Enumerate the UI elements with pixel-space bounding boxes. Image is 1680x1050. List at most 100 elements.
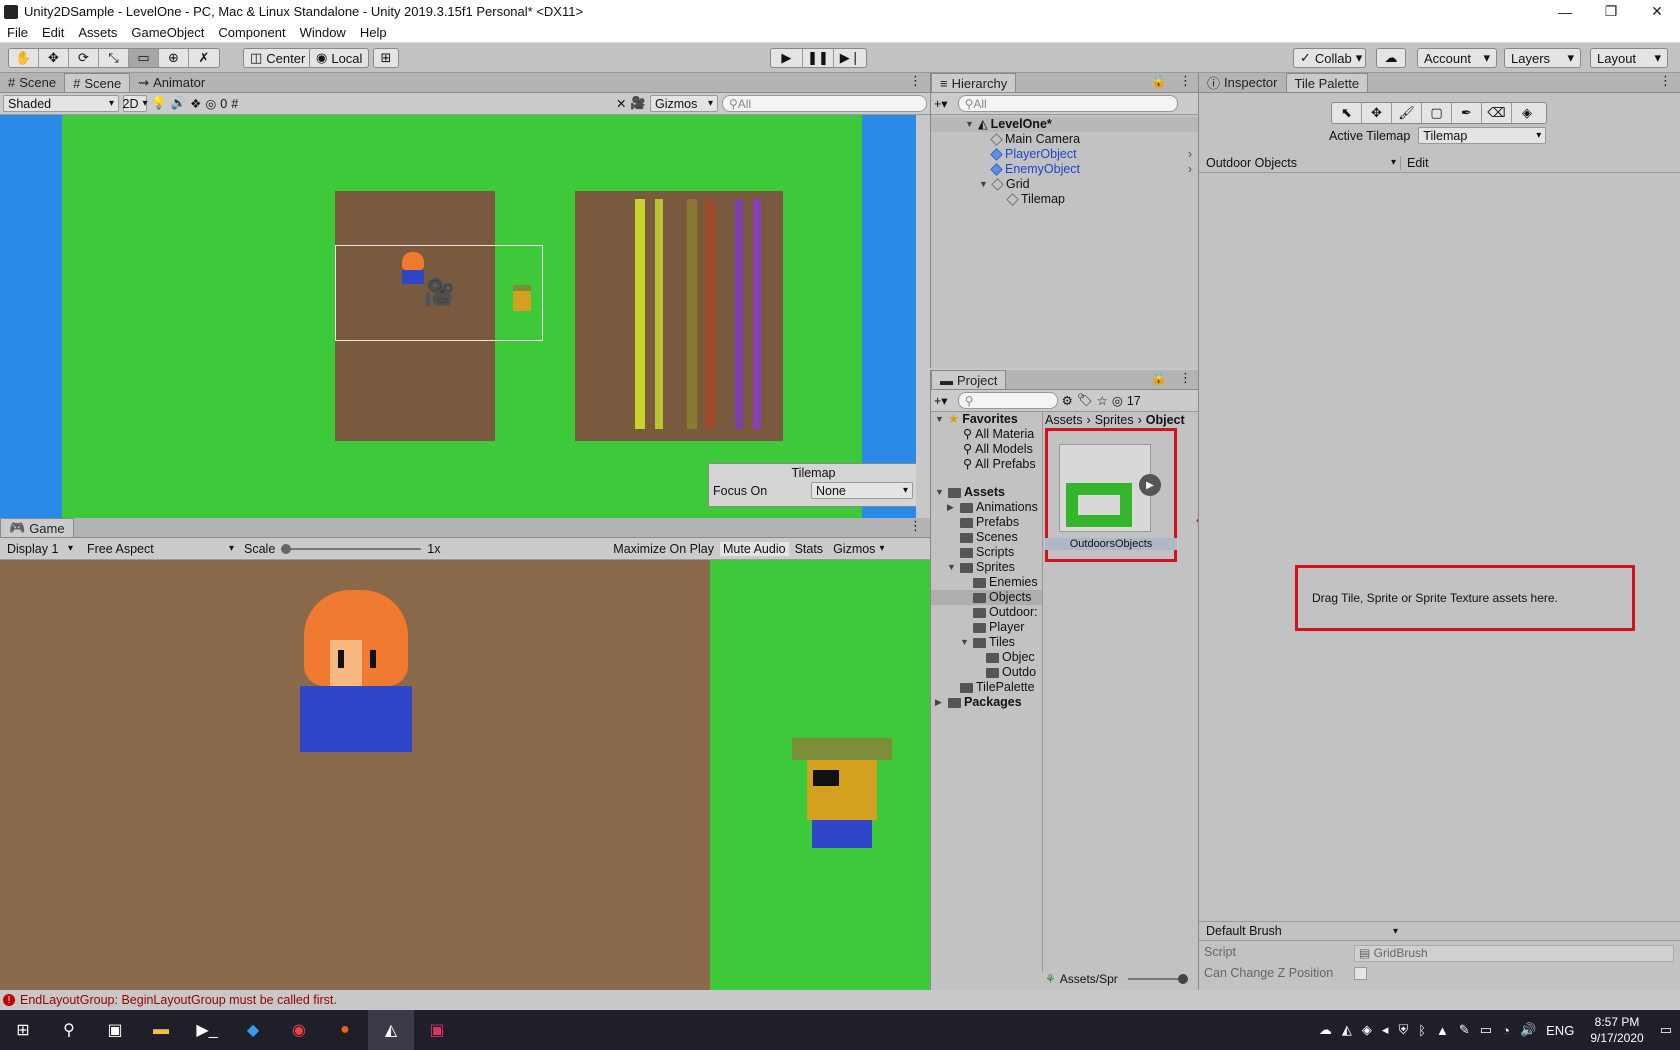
unity-taskbar-icon[interactable]: ◭: [368, 1010, 414, 1050]
play-icon[interactable]: ▶: [771, 49, 803, 67]
edit-palette-button[interactable]: Edit: [1400, 155, 1435, 170]
nvidia-icon[interactable]: ▲: [1436, 1023, 1449, 1038]
hidden-packages-icon[interactable]: ◎: [1112, 393, 1123, 408]
kebab-menu-icon[interactable]: ⋮: [1173, 367, 1198, 389]
bluetooth-icon[interactable]: ᛒ: [1418, 1023, 1426, 1038]
active-tilemap-dropdown[interactable]: Tilemap: [1418, 127, 1547, 144]
onedrive-icon[interactable]: ☁: [1319, 1022, 1332, 1038]
folder-tilepalette[interactable]: TilePalette: [931, 680, 1042, 695]
brush-dropdown[interactable]: Default Brush: [1202, 923, 1402, 940]
audio-icon[interactable]: 🔊: [171, 96, 187, 111]
drop-zone[interactable]: Drag Tile, Sprite or Sprite Texture asse…: [1295, 565, 1635, 631]
stats-toggle[interactable]: Stats: [795, 542, 824, 556]
tab-game[interactable]: 🎮 Game: [0, 518, 74, 537]
packages-node[interactable]: ▶ Packages: [931, 695, 1042, 710]
notification-icon[interactable]: ▭: [1660, 1022, 1672, 1038]
hierarchy-item-grid[interactable]: ▼ Grid: [931, 177, 1198, 192]
menu-assets[interactable]: Assets: [71, 25, 124, 40]
filter-type-icon[interactable]: ⚙: [1062, 393, 1073, 408]
lock-icon[interactable]: 🔒: [1145, 70, 1173, 92]
search-icon[interactable]: ⚲: [46, 1010, 92, 1050]
breadcrumb-sprites[interactable]: Sprites: [1095, 413, 1134, 427]
menu-help[interactable]: Help: [353, 25, 394, 40]
minimize-icon[interactable]: —: [1542, 4, 1588, 20]
clock[interactable]: 8:57 PM 9/17/2020: [1584, 1014, 1649, 1046]
scene-canvas[interactable]: 🎥 Tilemap Focus On None: [0, 115, 916, 518]
restore-icon[interactable]: ❐: [1588, 3, 1634, 20]
rect-tool-icon[interactable]: ▭: [129, 49, 159, 67]
move-tool-icon[interactable]: ✥: [1362, 103, 1392, 123]
folder-tiles-outdoors[interactable]: Outdo: [931, 665, 1042, 680]
pause-icon[interactable]: ❚❚: [803, 49, 835, 67]
visibility-icon[interactable]: ◎: [205, 96, 216, 111]
folder-animations[interactable]: ▶ Animations: [931, 500, 1042, 515]
battery-icon[interactable]: ▭: [1480, 1022, 1492, 1038]
tray-arrow-icon[interactable]: ◂: [1382, 1022, 1389, 1038]
language-indicator[interactable]: ENG: [1546, 1023, 1574, 1038]
folder-outdoors[interactable]: Outdoor:: [931, 605, 1042, 620]
custom-tool-icon[interactable]: ✗: [189, 49, 219, 67]
breadcrumb-assets[interactable]: Assets: [1045, 413, 1083, 427]
tools-icon[interactable]: ✕: [616, 96, 626, 111]
filter-label-icon[interactable]: 🏷: [1077, 393, 1093, 408]
step-icon[interactable]: ▶❘: [834, 49, 866, 67]
enemy-sprite[interactable]: [513, 285, 531, 311]
file-explorer-icon[interactable]: ▬: [138, 1010, 184, 1050]
folder-prefabs[interactable]: Prefabs: [931, 515, 1042, 530]
account-dropdown[interactable]: Account ▾: [1417, 48, 1497, 68]
folder-objects[interactable]: Objects: [931, 590, 1042, 605]
display-dropdown[interactable]: Display 1: [3, 540, 77, 557]
favorite-all-models[interactable]: ⚲ All Models: [931, 442, 1042, 457]
terminal-icon[interactable]: ▶_: [184, 1010, 230, 1050]
maximize-on-play-toggle[interactable]: Maximize On Play: [613, 542, 714, 556]
create-plus-icon[interactable]: +▾: [934, 393, 948, 408]
wifi-icon[interactable]: ◔: [1502, 1023, 1510, 1038]
create-plus-icon[interactable]: +▾: [934, 96, 948, 111]
scale-slider[interactable]: [281, 543, 422, 554]
box-fill-icon[interactable]: ▢: [1422, 103, 1452, 123]
folder-enemies[interactable]: Enemies: [931, 575, 1042, 590]
pivot-center-button[interactable]: ◫ Center: [243, 48, 313, 68]
game-gizmos-dropdown[interactable]: Gizmos: [829, 540, 888, 557]
scene-root-levelone[interactable]: ▼ ◭ LevelOne*: [931, 117, 1198, 132]
tab-inspector[interactable]: ⓘ Inspector: [1199, 73, 1286, 92]
rotate-tool-icon[interactable]: ⟳: [69, 49, 99, 67]
kebab-menu-icon[interactable]: ⋮: [1173, 70, 1198, 92]
tray-app-icon[interactable]: ◈: [1362, 1022, 1372, 1038]
snap-icon[interactable]: ⊞: [373, 48, 399, 68]
layout-dropdown[interactable]: Layout ▾: [1590, 48, 1668, 68]
favorites-node[interactable]: ▼ ★ Favorites: [931, 412, 1042, 427]
mute-audio-toggle[interactable]: Mute Audio: [720, 541, 789, 556]
folder-player[interactable]: Player: [931, 620, 1042, 635]
folder-tiles-objects[interactable]: Objec: [931, 650, 1042, 665]
focus-dropdown[interactable]: None: [811, 482, 913, 499]
tab-scene-1[interactable]: # Scene: [0, 73, 64, 92]
status-bar[interactable]: ! EndLayoutGroup: BeginLayoutGroup must …: [0, 990, 1680, 1010]
folder-scripts[interactable]: Scripts: [931, 545, 1042, 560]
favorite-all-prefabs[interactable]: ⚲ All Prefabs: [931, 457, 1042, 472]
hierarchy-item-tilemap[interactable]: Tilemap: [931, 192, 1198, 207]
move-tool-icon[interactable]: ✥: [39, 49, 69, 67]
cloud-icon[interactable]: ☁: [1376, 48, 1406, 68]
favorite-star-icon[interactable]: ☆: [1097, 393, 1108, 408]
aspect-dropdown[interactable]: Free Aspect: [83, 540, 238, 557]
folder-sprites[interactable]: ▼ Sprites: [931, 560, 1042, 575]
lighting-icon[interactable]: 💡: [151, 96, 167, 111]
kebab-menu-icon[interactable]: ⋮: [901, 70, 930, 92]
hierarchy-item-main-camera[interactable]: Main Camera: [931, 132, 1198, 147]
menu-file[interactable]: File: [0, 25, 35, 40]
expand-play-icon[interactable]: ▶: [1139, 474, 1161, 496]
menu-gameobject[interactable]: GameObject: [124, 25, 211, 40]
scene-search-input[interactable]: ⚲ All: [722, 95, 927, 112]
breadcrumb-objects[interactable]: Object: [1146, 413, 1185, 427]
mode-2d-toggle[interactable]: 2D: [123, 95, 147, 112]
icon-size-slider[interactable]: [1127, 974, 1188, 984]
effects-icon[interactable]: ❖: [190, 96, 201, 111]
chrome-icon[interactable]: ◉: [276, 1010, 322, 1050]
tab-project[interactable]: ▬ Project: [931, 370, 1007, 389]
hierarchy-item-playerobject[interactable]: PlayerObject ›: [931, 147, 1198, 162]
unity-hub-icon[interactable]: ◭: [1342, 1022, 1352, 1038]
hierarchy-search-input[interactable]: ⚲ All: [957, 95, 1178, 112]
asset-thumbnail-outdoorsobjects[interactable]: [1059, 444, 1151, 532]
transform-tool-icon[interactable]: ⊕: [159, 49, 189, 67]
